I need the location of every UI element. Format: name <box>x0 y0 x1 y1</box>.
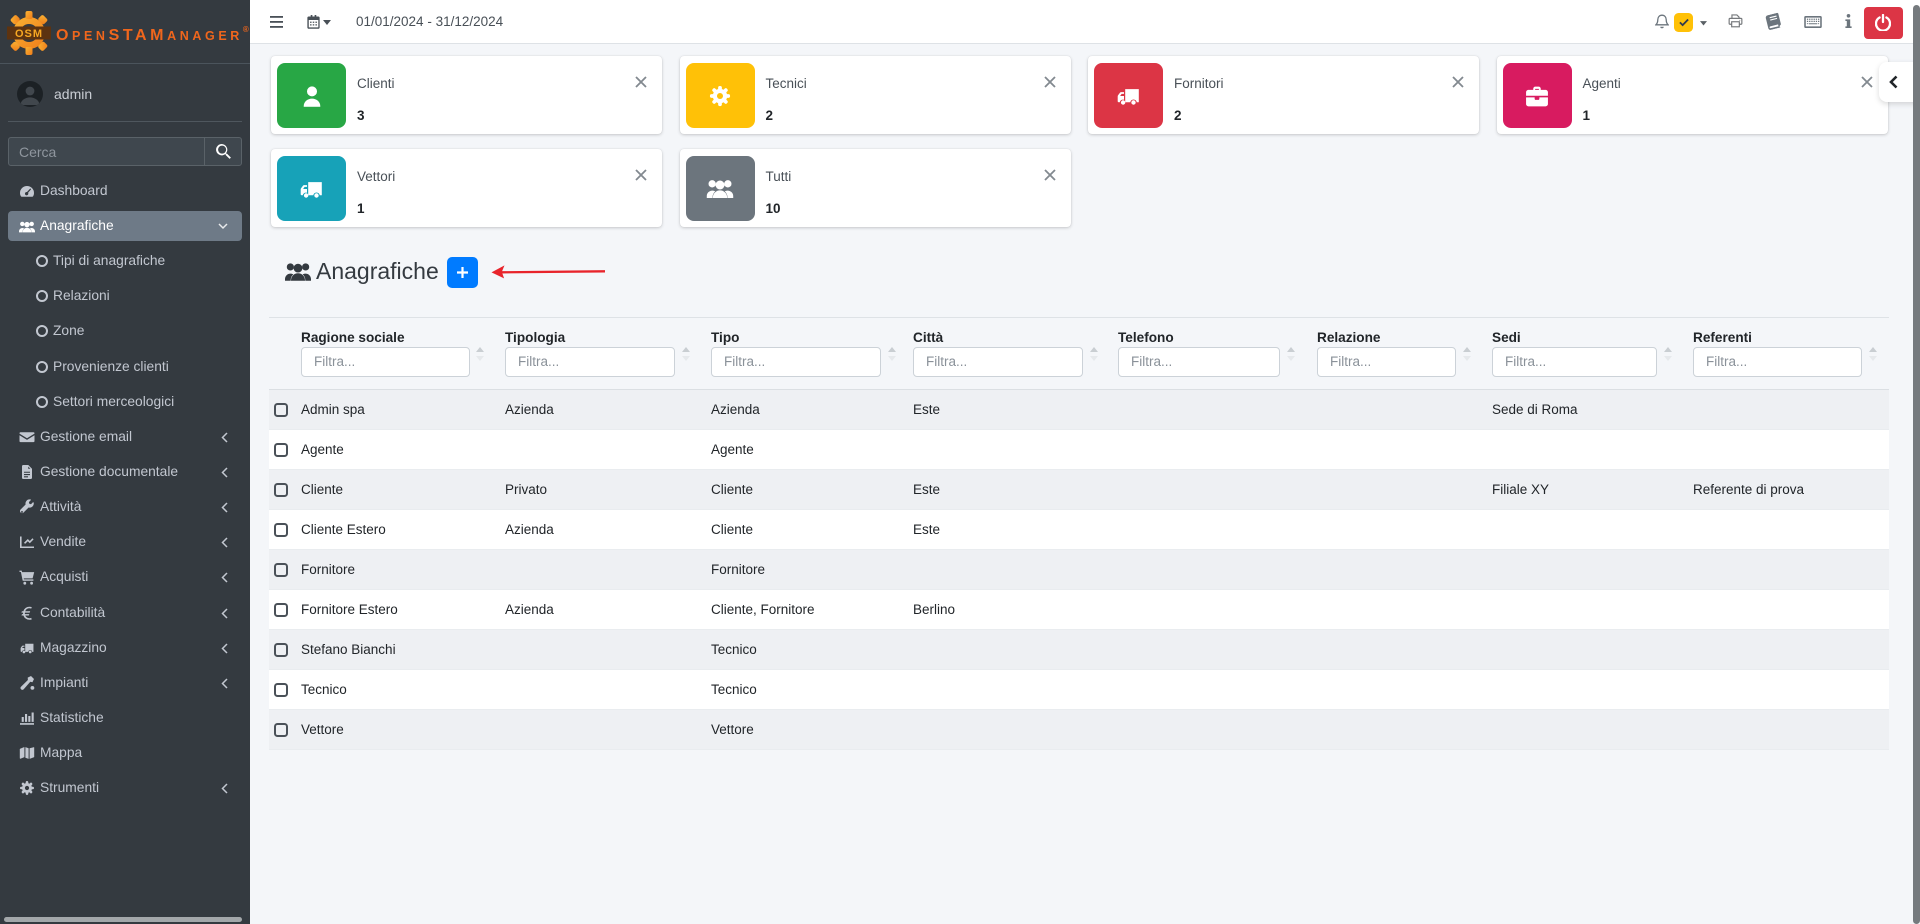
svg-text:OSM: OSM <box>15 28 43 40</box>
